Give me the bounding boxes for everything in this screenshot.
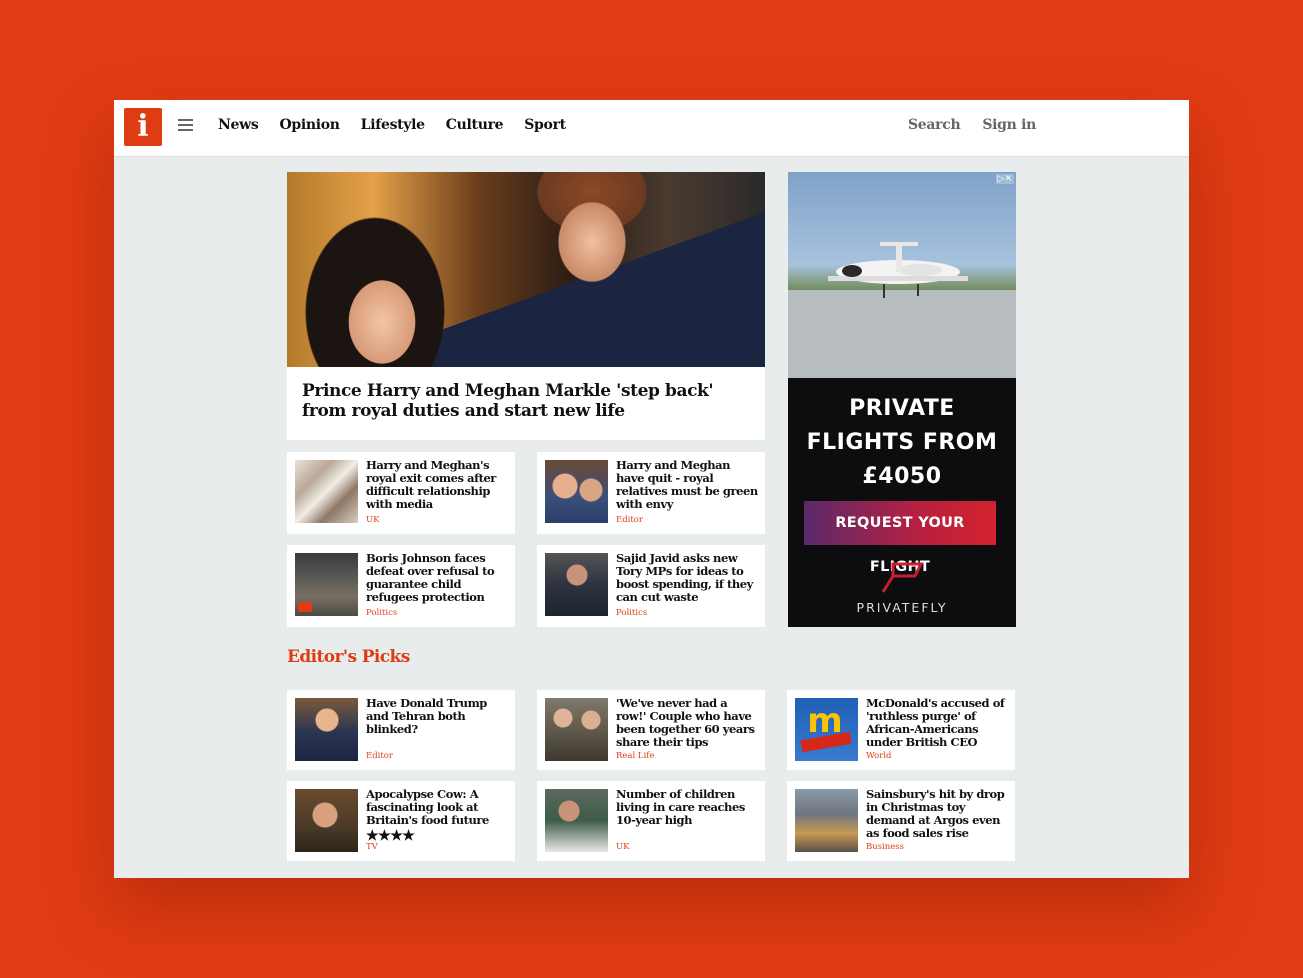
story-title[interactable]: Boris Johnson faces defeat over refusal … xyxy=(366,552,508,604)
story-title[interactable]: Sajid Javid asks new Tory MPs for ideas … xyxy=(616,552,758,604)
privatefly-logo-icon xyxy=(881,562,924,593)
trump-thumbnail xyxy=(295,698,358,761)
nav-sport[interactable]: Sport xyxy=(524,117,566,133)
nav-news[interactable]: News xyxy=(218,117,259,133)
golden-arches-icon: m xyxy=(807,701,843,741)
ad-choices-icon[interactable]: ▷✕ xyxy=(995,174,1014,184)
mcdonalds-sign-thumbnail: m xyxy=(795,698,858,761)
play-video-icon[interactable] xyxy=(298,602,312,612)
pick-tag[interactable]: World xyxy=(866,751,892,761)
nav-culture[interactable]: Culture xyxy=(446,117,504,133)
ad-headline-line: PRIVATE xyxy=(849,396,955,421)
pick-title[interactable]: 'We've never had a row!' Couple who have… xyxy=(616,697,758,749)
story-tag[interactable]: Editor xyxy=(616,515,643,525)
pick-card[interactable]: Sainsbury's hit by drop in Christmas toy… xyxy=(787,781,1015,861)
child-thumbnail xyxy=(545,789,608,852)
story-tag[interactable]: UK xyxy=(366,515,380,525)
pick-title[interactable]: McDonald's accused of 'ruthless purge' o… xyxy=(866,697,1008,749)
hero-image[interactable] xyxy=(287,172,765,367)
story-card[interactable]: Boris Johnson faces defeat over refusal … xyxy=(287,545,515,627)
shop-thumbnail xyxy=(795,789,858,852)
hero-headline[interactable]: Prince Harry and Meghan Markle 'step bac… xyxy=(302,381,750,421)
signin-link[interactable]: Sign in xyxy=(982,117,1036,133)
nav-lifestyle[interactable]: Lifestyle xyxy=(361,117,425,133)
hamburger-menu-icon[interactable] xyxy=(178,119,193,133)
search-link[interactable]: Search xyxy=(908,117,961,133)
protest-video-thumbnail xyxy=(295,553,358,616)
pick-card[interactable]: 'We've never had a row!' Couple who have… xyxy=(537,690,765,770)
story-card[interactable]: Harry and Meghan have quit - royal relat… xyxy=(537,452,765,534)
pick-tag[interactable]: Real Life xyxy=(616,751,654,761)
royal-couple-thumbnail xyxy=(545,460,608,523)
story-card[interactable]: Sajid Javid asks new Tory MPs for ideas … xyxy=(537,545,765,627)
pick-title[interactable]: Number of children living in care reache… xyxy=(616,788,758,827)
ad-headline-line: £4050 xyxy=(862,464,942,489)
minister-thumbnail xyxy=(545,553,608,616)
pick-title[interactable]: Sainsbury's hit by drop in Christmas toy… xyxy=(866,788,1008,840)
ad-headline: PRIVATE FLIGHTS FROM £4050 xyxy=(788,392,1016,494)
ad-headline-line: FLIGHTS FROM xyxy=(806,430,998,455)
private-jet-image xyxy=(788,172,1016,378)
request-flight-button[interactable]: REQUEST YOUR FLIGHT xyxy=(804,501,996,575)
pick-title: Apocalypse Cow: A fascinating look at Br… xyxy=(366,788,508,845)
newspapers-thumbnail xyxy=(295,460,358,523)
pick-card[interactable]: Apocalypse Cow: A fascinating look at Br… xyxy=(287,781,515,861)
ad-brand: PRIVATEFLY xyxy=(856,600,948,615)
pick-card[interactable]: m McDonald's accused of 'ruthless purge'… xyxy=(787,690,1015,770)
pick-tag[interactable]: Editor xyxy=(366,751,393,761)
pick-title-text[interactable]: Apocalypse Cow: A fascinating look at Br… xyxy=(366,788,508,827)
story-card[interactable]: Harry and Meghan's royal exit comes afte… xyxy=(287,452,515,534)
hero-caption[interactable]: Prince Harry and Meghan Markle 'step bac… xyxy=(287,367,765,440)
main-nav: News Opinion Lifestyle Culture Sport xyxy=(218,117,566,133)
user-actions: Search Sign in xyxy=(908,117,1036,133)
story-title[interactable]: Harry and Meghan's royal exit comes afte… xyxy=(366,459,508,511)
jet-icon xyxy=(788,242,1016,378)
site-logo[interactable]: i xyxy=(124,108,162,146)
story-tag[interactable]: Politics xyxy=(616,608,647,618)
pick-tag[interactable]: Business xyxy=(866,842,904,852)
browser-frame: i News Opinion Lifestyle Culture Sport S… xyxy=(114,100,1189,878)
elderly-couple-thumbnail xyxy=(545,698,608,761)
pick-card[interactable]: Number of children living in care reache… xyxy=(537,781,765,861)
star-rating: ★★★★ xyxy=(366,828,415,844)
presenter-thumbnail xyxy=(295,789,358,852)
pick-card[interactable]: Have Donald Trump and Tehran both blinke… xyxy=(287,690,515,770)
story-tag[interactable]: Politics xyxy=(366,608,397,618)
advert-privatefly[interactable]: ▷✕ PRIVATE FLIGHTS FROM £4050 REQUEST YO… xyxy=(788,172,1016,627)
pick-title[interactable]: Have Donald Trump and Tehran both blinke… xyxy=(366,697,508,736)
nav-opinion[interactable]: Opinion xyxy=(279,117,340,133)
editors-picks-heading[interactable]: Editor's Picks xyxy=(287,647,410,667)
top-navigation-bar: i News Opinion Lifestyle Culture Sport S… xyxy=(114,100,1189,157)
pick-tag[interactable]: TV xyxy=(366,842,378,852)
story-title[interactable]: Harry and Meghan have quit - royal relat… xyxy=(616,459,758,511)
pick-tag[interactable]: UK xyxy=(616,842,630,852)
